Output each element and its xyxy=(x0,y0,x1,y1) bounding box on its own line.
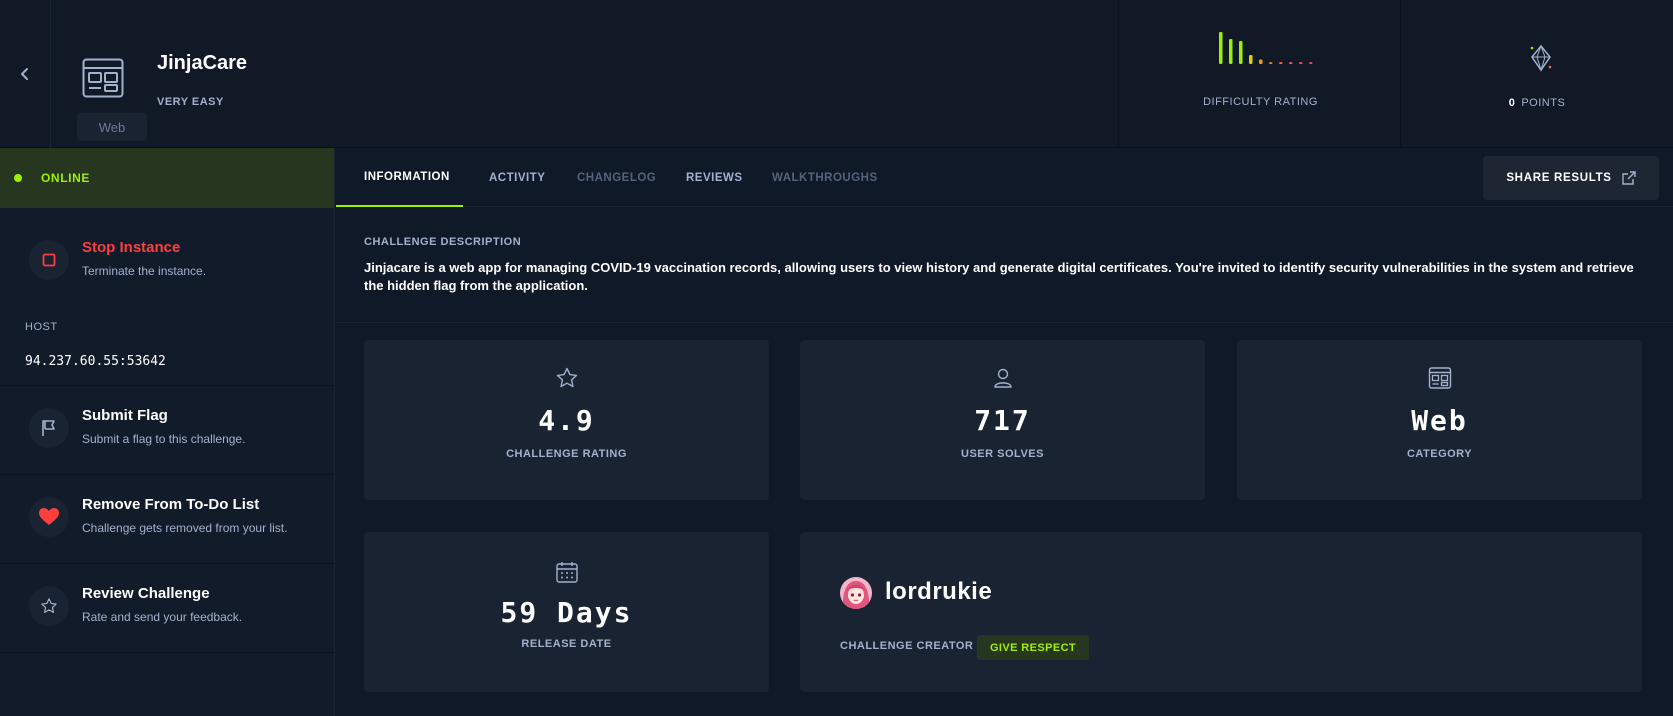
submit-flag-action[interactable]: Submit Flag Submit a flag to this challe… xyxy=(0,386,334,470)
category-value: Web xyxy=(1411,404,1468,437)
back-button[interactable] xyxy=(0,0,51,148)
challenge-tabs: INFORMATION ACTIVITY CHANGELOG REVIEWS W… xyxy=(336,148,1673,207)
review-challenge-action[interactable]: Review Challenge Rate and send your feed… xyxy=(0,564,334,648)
points-label: POINTS xyxy=(1521,97,1566,109)
share-results-label: SHARE RESULTS xyxy=(1506,172,1612,184)
creator-avatar[interactable] xyxy=(840,577,872,609)
rating-label: CHALLENGE RATING xyxy=(506,448,627,460)
difficulty-rating: DIFFICULTY RATING xyxy=(1118,0,1401,148)
submit-flag-desc: Submit a flag to this challenge. xyxy=(82,432,246,446)
release-card: 59 Days RELEASE DATE xyxy=(364,532,769,692)
submit-flag-title[interactable]: Submit Flag xyxy=(82,407,168,424)
difficulty-rating-label: DIFFICULTY RATING xyxy=(1203,96,1318,108)
difficulty-chart xyxy=(1219,32,1313,64)
release-label: RELEASE DATE xyxy=(521,638,612,650)
difficulty-bar xyxy=(1229,39,1233,64)
give-respect-button[interactable]: GIVE RESPECT xyxy=(977,635,1089,660)
review-challenge-desc: Rate and send your feedback. xyxy=(82,610,243,624)
creator-card: lordrukie CHALLENGE CREATOR GIVE RESPECT xyxy=(800,532,1642,692)
difficulty-bar xyxy=(1269,62,1273,64)
difficulty-bar xyxy=(1249,55,1253,64)
difficulty-bar xyxy=(1239,40,1243,64)
tab-changelog[interactable]: CHANGELOG xyxy=(577,148,656,207)
web-category-icon xyxy=(1428,367,1451,389)
online-status-dot xyxy=(14,174,22,182)
status-text: ONLINE xyxy=(41,171,90,185)
solves-card: 717 USER SOLVES xyxy=(800,340,1205,500)
heart-icon xyxy=(29,497,69,537)
difficulty-bar xyxy=(1309,62,1313,64)
release-value: 59 Days xyxy=(500,596,633,629)
solves-value: 717 xyxy=(974,404,1031,437)
stop-icon xyxy=(29,240,69,280)
category-card: Web CATEGORY xyxy=(1237,340,1642,500)
rating-card: 4.9 CHALLENGE RATING xyxy=(364,340,769,500)
tab-walkthroughs[interactable]: WALKTHROUGHS xyxy=(772,148,878,207)
remove-todo-title[interactable]: Remove From To-Do List xyxy=(82,496,259,513)
challenge-difficulty: VERY EASY xyxy=(157,96,224,108)
web-category-icon xyxy=(82,58,124,98)
difficulty-bar xyxy=(1279,62,1283,64)
points-readout: 0 POINTS xyxy=(1401,97,1673,109)
host-label: HOST xyxy=(25,321,58,333)
stop-instance-desc: Terminate the instance. xyxy=(82,264,207,278)
chevron-left-icon xyxy=(21,68,28,80)
star-icon xyxy=(556,367,577,388)
difficulty-bar xyxy=(1289,62,1293,64)
tab-information[interactable]: INFORMATION xyxy=(336,148,463,207)
points-diamond-icon xyxy=(1530,44,1552,72)
description-heading: CHALLENGE DESCRIPTION xyxy=(364,236,522,248)
tab-activity[interactable]: ACTIVITY xyxy=(489,148,545,207)
difficulty-bar xyxy=(1259,59,1263,64)
calendar-icon xyxy=(555,562,578,583)
category-chip: Web xyxy=(77,113,147,141)
challenge-header: Web JinjaCare VERY EASY DIFFICULTY RATIN… xyxy=(0,0,1673,148)
remove-todo-desc: Challenge gets removed from your list. xyxy=(82,521,288,535)
description-divider xyxy=(336,322,1673,323)
difficulty-bar xyxy=(1299,62,1303,64)
points-value: 0 xyxy=(1508,97,1516,109)
solves-label: USER SOLVES xyxy=(961,448,1044,460)
share-results-button[interactable]: SHARE RESULTS xyxy=(1483,156,1659,200)
points-section: 0 POINTS xyxy=(1401,0,1673,148)
flag-icon xyxy=(29,408,69,448)
sidebar: ONLINE Stop Instance Terminate the insta… xyxy=(0,148,335,716)
challenge-title: JinjaCare xyxy=(157,52,248,74)
creator-label: CHALLENGE CREATOR xyxy=(840,640,974,652)
tab-reviews[interactable]: REVIEWS xyxy=(686,148,743,207)
description-text: Jinjacare is a web app for managing COVI… xyxy=(364,260,1634,293)
creator-name[interactable]: lordrukie xyxy=(885,578,992,606)
star-icon xyxy=(29,586,69,626)
rating-value: 4.9 xyxy=(538,404,595,437)
remove-todo-action[interactable]: Remove From To-Do List Challenge gets re… xyxy=(0,475,334,559)
user-icon xyxy=(993,368,1012,388)
external-share-icon xyxy=(1621,171,1636,185)
difficulty-bar xyxy=(1219,32,1223,64)
review-challenge-title[interactable]: Review Challenge xyxy=(82,585,210,602)
stop-instance-title[interactable]: Stop Instance xyxy=(82,239,180,256)
category-label: CATEGORY xyxy=(1406,448,1473,460)
instance-status: ONLINE xyxy=(0,148,334,208)
host-address[interactable]: 94.237.60.55:53642 xyxy=(25,354,166,369)
sidebar-divider xyxy=(0,652,334,653)
